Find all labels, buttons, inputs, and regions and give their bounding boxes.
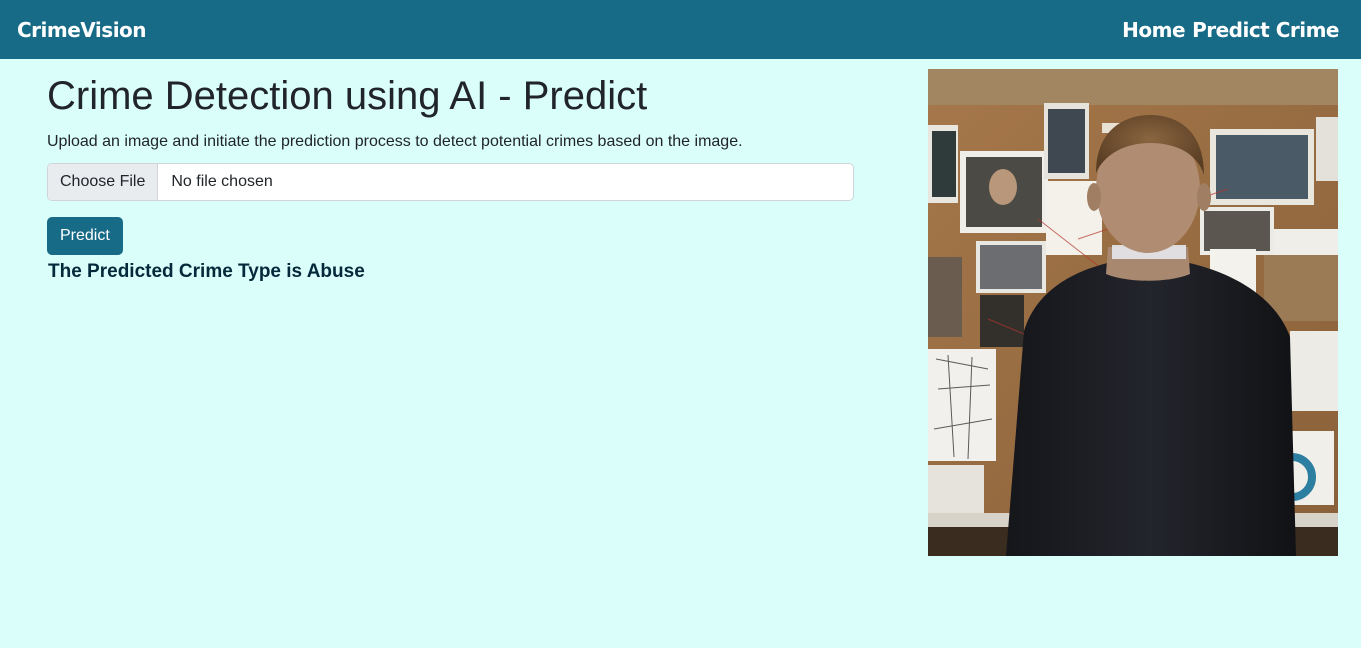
navbar: CrimeVision Home Predict Crime: [0, 0, 1361, 59]
detective-photo: [928, 69, 1338, 556]
detective-photo-illustration: [928, 69, 1338, 556]
page-title: Crime Detection using AI - Predict: [47, 74, 648, 118]
file-upload-input[interactable]: Choose File No file chosen: [47, 163, 854, 201]
file-status-text: No file chosen: [171, 173, 273, 190]
nav-home-link[interactable]: Home: [1122, 18, 1185, 42]
choose-file-button[interactable]: Choose File: [48, 164, 159, 200]
prediction-result: The Predicted Crime Type is Abuse: [48, 261, 365, 282]
nav-predict-crime-link[interactable]: Predict Crime: [1192, 18, 1339, 42]
predict-button[interactable]: Predict: [47, 217, 123, 255]
brand-link[interactable]: CrimeVision: [17, 18, 147, 42]
predict-section: Crime Detection using AI - Predict Uploa…: [47, 72, 857, 283]
nav-links: Home Predict Crime: [1122, 18, 1339, 42]
page-description: Upload an image and initiate the predict…: [47, 133, 743, 150]
